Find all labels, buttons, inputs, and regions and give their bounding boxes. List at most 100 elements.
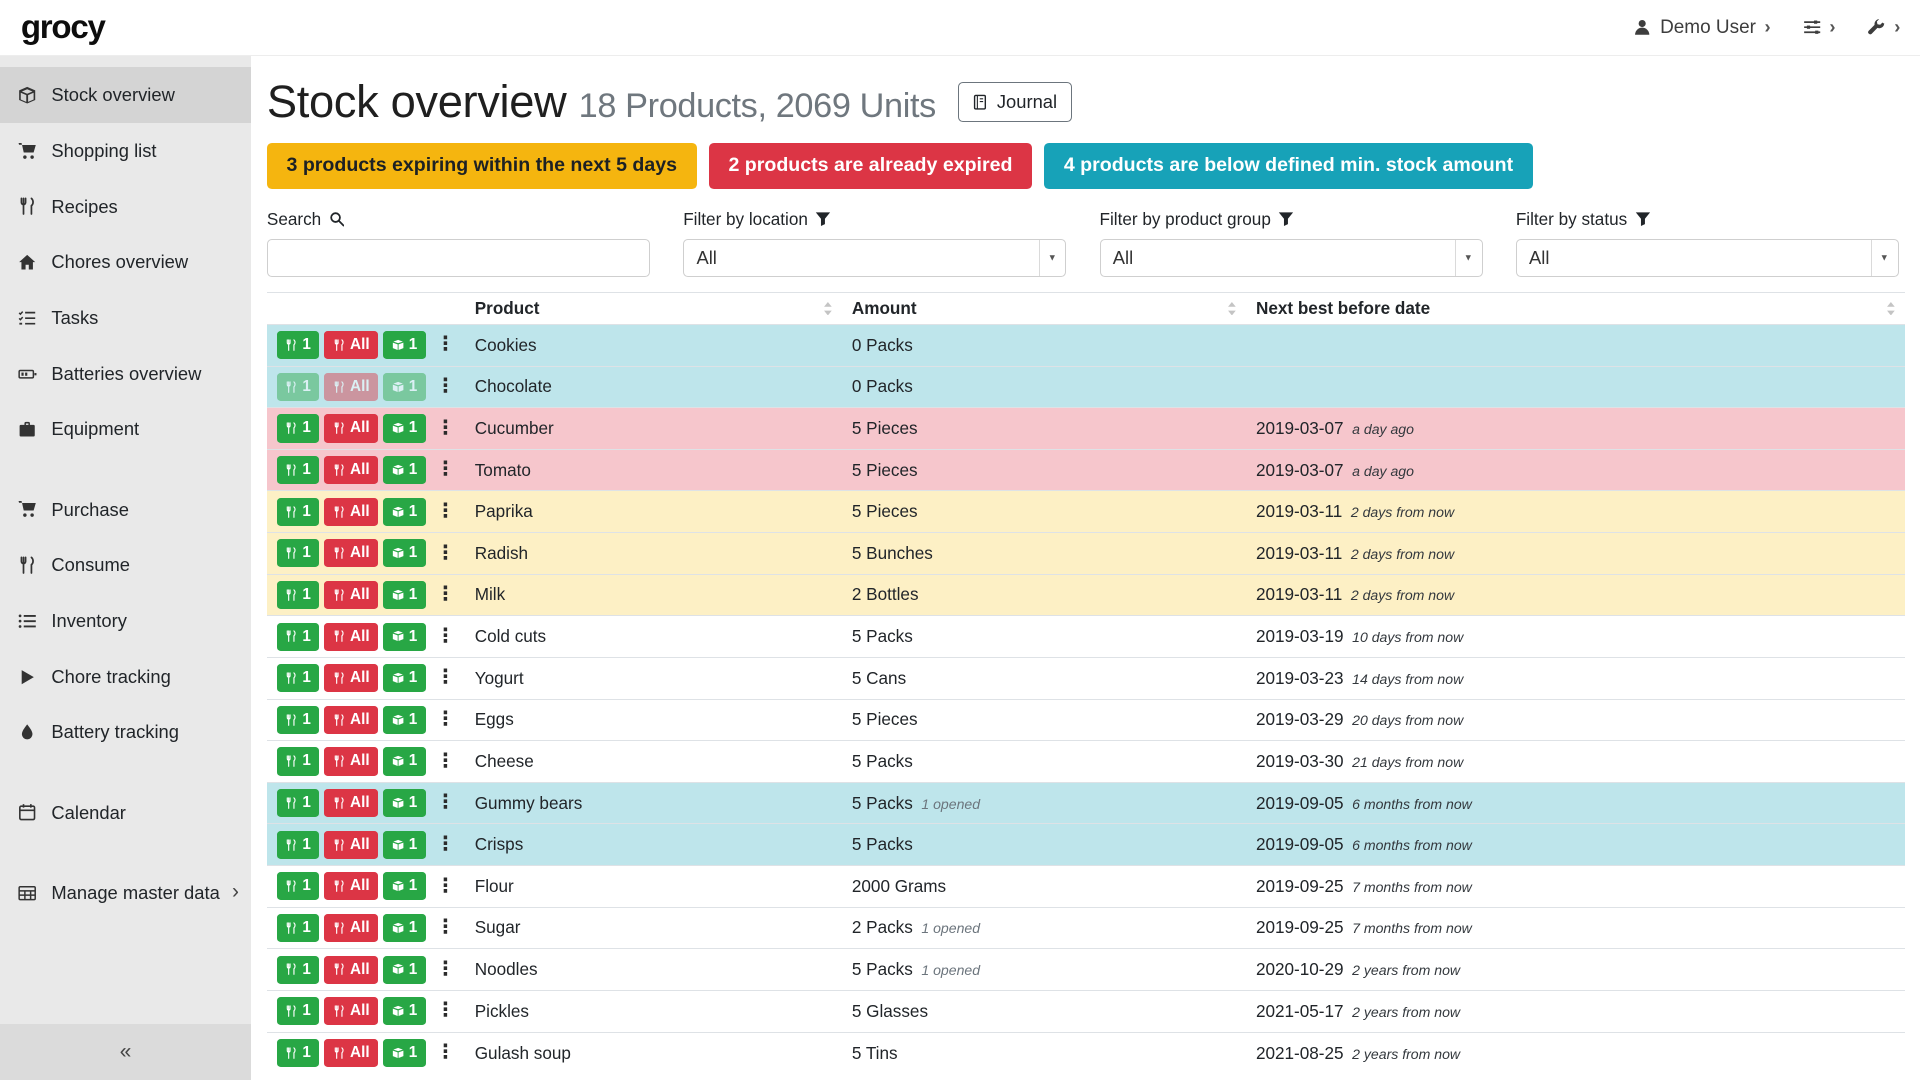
row-menu-icon[interactable]: ⋮ [436, 502, 456, 522]
open-one-button[interactable]: 1 [383, 914, 426, 942]
row-menu-icon[interactable]: ⋮ [436, 752, 456, 772]
sidebar-item-consume[interactable]: Consume [0, 537, 251, 593]
user-menu[interactable]: Demo User › [1633, 17, 1771, 39]
sort-icon[interactable] [823, 302, 833, 315]
open-one-button[interactable]: 1 [383, 623, 426, 651]
open-one-button[interactable]: 1 [383, 789, 426, 817]
sidebar-item-chore-tracking[interactable]: Chore tracking [0, 649, 251, 705]
sidebar-item-manage-master-data[interactable]: Manage master data› [0, 865, 251, 921]
row-menu-icon[interactable]: ⋮ [436, 710, 456, 730]
journal-button[interactable]: Journal [958, 82, 1072, 122]
box-open-icon [392, 1005, 404, 1017]
consume-all-button[interactable]: All [324, 623, 378, 651]
row-menu-icon[interactable]: ⋮ [436, 585, 456, 605]
open-one-button[interactable]: 1 [383, 706, 426, 734]
consume-one-button[interactable]: 1 [277, 872, 320, 900]
consume-one-button[interactable]: 1 [277, 456, 320, 484]
consume-one-button[interactable]: 1 [277, 706, 320, 734]
consume-one-button[interactable]: 1 [277, 581, 320, 609]
sidebar-item-equipment[interactable]: Equipment [0, 402, 251, 458]
open-one-button[interactable]: 1 [383, 1039, 426, 1067]
product-group-filter-select[interactable]: All ▼ [1100, 239, 1483, 277]
sidebar-item-shopping-list[interactable]: Shopping list [0, 123, 251, 179]
consume-all-button[interactable]: All [324, 914, 378, 942]
grocy-logo[interactable]: grocy [21, 9, 105, 47]
row-menu-icon[interactable]: ⋮ [436, 918, 456, 938]
consume-one-button[interactable]: 1 [277, 414, 320, 442]
row-menu-icon[interactable]: ⋮ [436, 335, 456, 355]
open-one-button[interactable]: 1 [383, 331, 426, 359]
consume-one-button[interactable]: 1 [277, 914, 320, 942]
consume-one-button[interactable]: 1 [277, 831, 320, 859]
consume-all-button[interactable]: All [324, 331, 378, 359]
open-one-button[interactable]: 1 [383, 956, 426, 984]
open-one-button[interactable]: 1 [383, 539, 426, 567]
consume-all-button[interactable]: All [324, 706, 378, 734]
open-one-button[interactable]: 1 [383, 581, 426, 609]
row-menu-icon[interactable]: ⋮ [436, 960, 456, 980]
consume-all-button[interactable]: All [324, 581, 378, 609]
consume-all-button[interactable]: All [324, 498, 378, 526]
row-menu-icon[interactable]: ⋮ [436, 1043, 456, 1063]
consume-one-button[interactable]: 1 [277, 498, 320, 526]
consume-all-button[interactable]: All [324, 664, 378, 692]
sidebar-item-inventory[interactable]: Inventory [0, 593, 251, 649]
sidebar-collapse-button[interactable]: « [0, 1024, 251, 1080]
below-min-stock-alert[interactable]: 4 products are below defined min. stock … [1044, 143, 1532, 190]
row-menu-icon[interactable]: ⋮ [436, 1001, 456, 1021]
consume-all-button[interactable]: All [324, 872, 378, 900]
open-one-button[interactable]: 1 [383, 872, 426, 900]
consume-all-button[interactable]: All [324, 956, 378, 984]
consume-one-button[interactable]: 1 [277, 539, 320, 567]
row-menu-icon[interactable]: ⋮ [436, 377, 456, 397]
row-menu-icon[interactable]: ⋮ [436, 460, 456, 480]
open-one-button[interactable]: 1 [383, 414, 426, 442]
open-one-button[interactable]: 1 [383, 664, 426, 692]
row-menu-icon[interactable]: ⋮ [436, 793, 456, 813]
consume-all-button[interactable]: All [324, 997, 378, 1025]
consume-all-button[interactable]: All [324, 747, 378, 775]
sort-icon[interactable] [1227, 302, 1237, 315]
consume-all-button[interactable]: All [324, 456, 378, 484]
consume-one-button[interactable]: 1 [277, 623, 320, 651]
row-menu-icon[interactable]: ⋮ [436, 877, 456, 897]
sidebar-item-chores-overview[interactable]: Chores overview [0, 234, 251, 290]
sidebar-item-purchase[interactable]: Purchase [0, 482, 251, 538]
row-menu-icon[interactable]: ⋮ [436, 544, 456, 564]
consume-all-button[interactable]: All [324, 789, 378, 817]
consume-one-button[interactable]: 1 [277, 747, 320, 775]
search-input[interactable] [267, 239, 650, 277]
sidebar-item-battery-tracking[interactable]: Battery tracking [0, 705, 251, 761]
settings-menu[interactable]: › [1803, 18, 1836, 36]
open-one-button[interactable]: 1 [383, 831, 426, 859]
sidebar-item-stock-overview[interactable]: Stock overview [0, 67, 251, 123]
consume-one-button[interactable]: 1 [277, 997, 320, 1025]
open-one-button[interactable]: 1 [383, 456, 426, 484]
consume-one-button[interactable]: 1 [277, 664, 320, 692]
row-menu-icon[interactable]: ⋮ [436, 419, 456, 439]
consume-one-button[interactable]: 1 [277, 789, 320, 817]
status-filter-select[interactable]: All ▼ [1516, 239, 1899, 277]
expiring-products-alert[interactable]: 3 products expiring within the next 5 da… [267, 143, 697, 190]
sidebar-item-tasks[interactable]: Tasks [0, 290, 251, 346]
location-filter-select[interactable]: All ▼ [683, 239, 1066, 277]
consume-all-button[interactable]: All [324, 1039, 378, 1067]
sidebar-item-calendar[interactable]: Calendar [0, 785, 251, 841]
consume-one-button[interactable]: 1 [277, 956, 320, 984]
open-one-button[interactable]: 1 [383, 997, 426, 1025]
open-one-button[interactable]: 1 [383, 498, 426, 526]
consume-all-button[interactable]: All [324, 414, 378, 442]
consume-one-button[interactable]: 1 [277, 1039, 320, 1067]
sort-icon[interactable] [1886, 302, 1896, 315]
consume-all-button[interactable]: All [324, 831, 378, 859]
row-menu-icon[interactable]: ⋮ [436, 835, 456, 855]
row-menu-icon[interactable]: ⋮ [436, 668, 456, 688]
consume-all-button[interactable]: All [324, 539, 378, 567]
consume-one-button[interactable]: 1 [277, 331, 320, 359]
open-one-button[interactable]: 1 [383, 747, 426, 775]
sidebar-item-batteries-overview[interactable]: Batteries overview [0, 346, 251, 402]
row-menu-icon[interactable]: ⋮ [436, 627, 456, 647]
sidebar-item-recipes[interactable]: Recipes [0, 179, 251, 235]
expired-products-alert[interactable]: 2 products are already expired [709, 143, 1032, 190]
admin-menu[interactable]: › [1867, 18, 1900, 36]
